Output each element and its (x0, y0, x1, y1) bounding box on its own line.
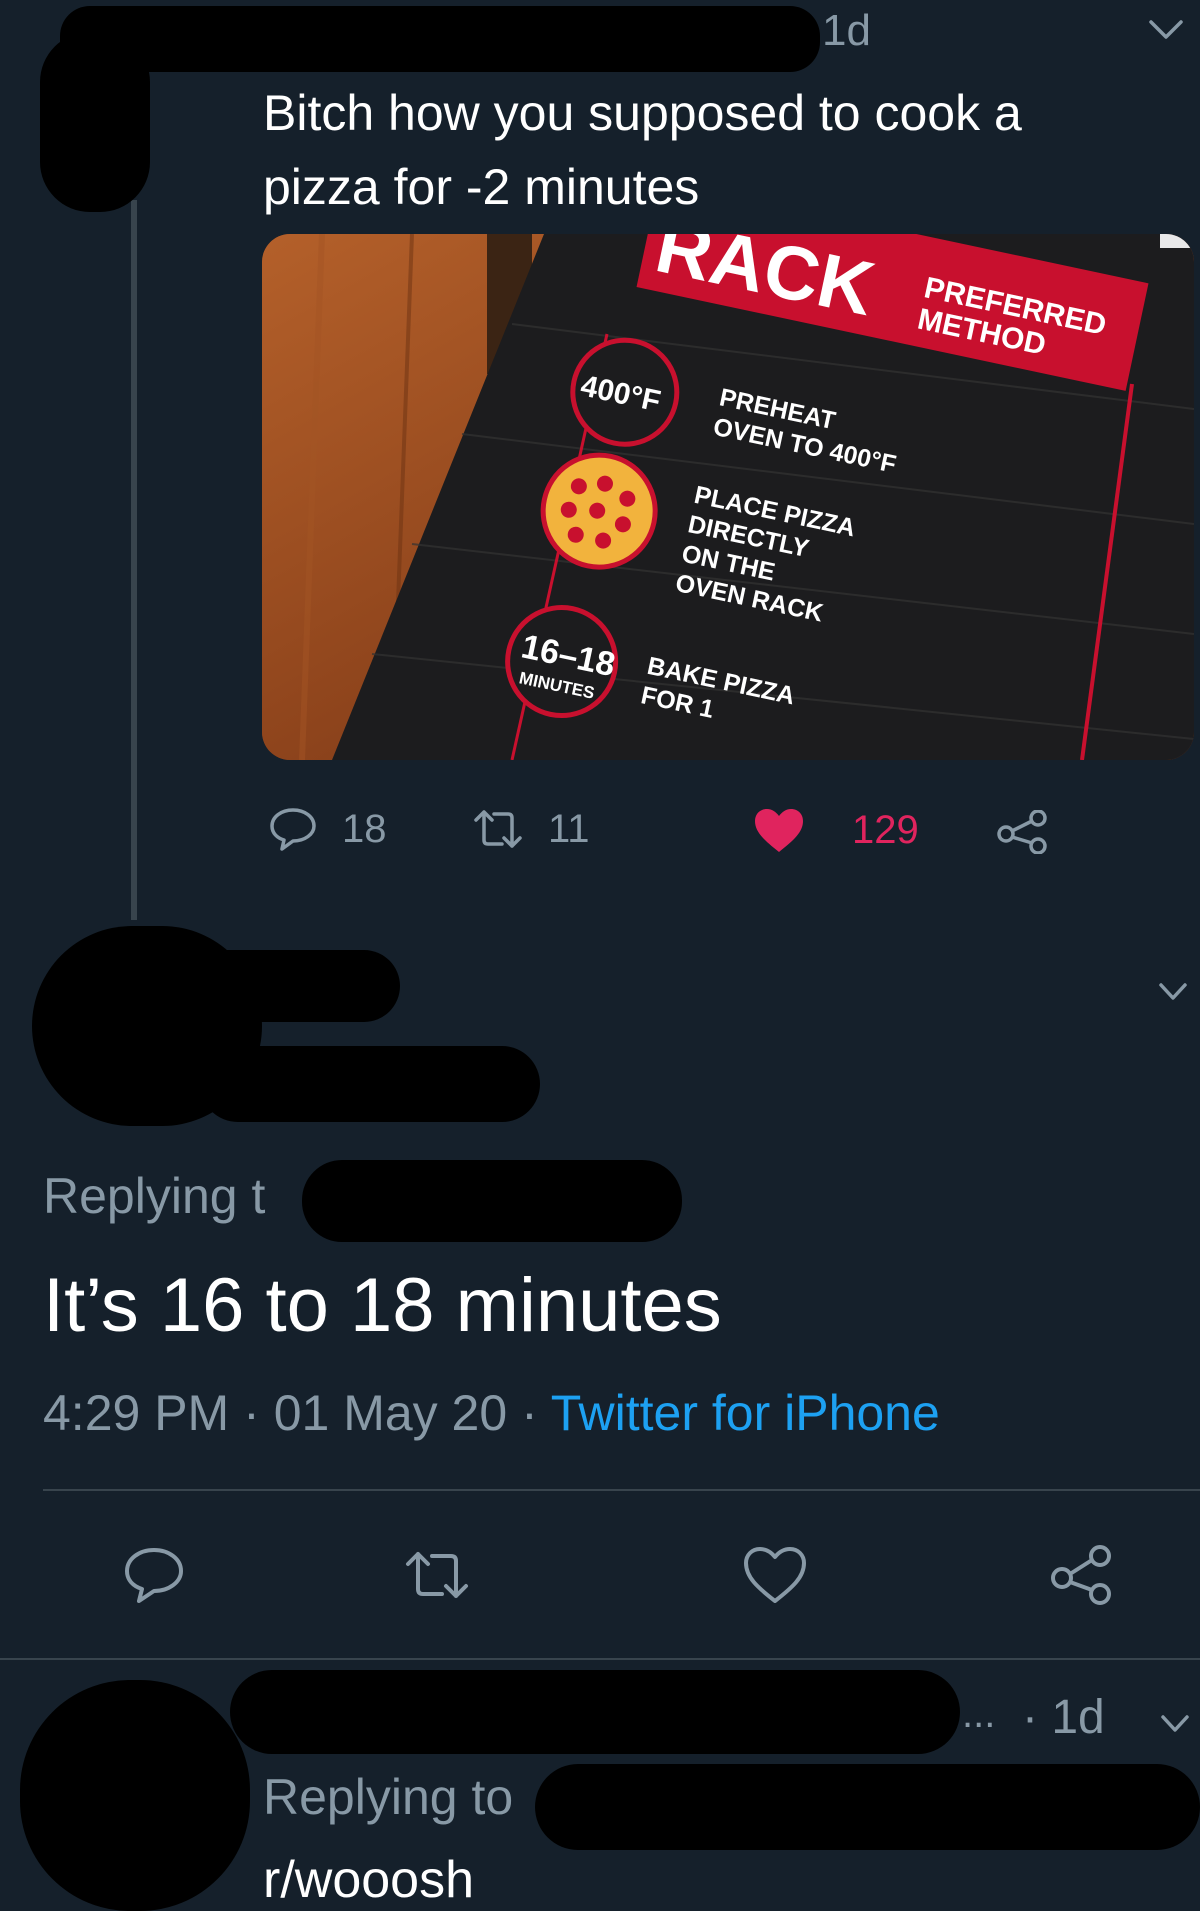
replying-to-label: Replying t (43, 1168, 266, 1224)
share-button[interactable] (996, 810, 1050, 854)
tweet-date: 01 May 20 (273, 1385, 508, 1441)
divider (43, 1489, 1200, 1491)
replying-to-label: Replying to (263, 1769, 514, 1825)
replying-to-handle-redacted[interactable] (302, 1160, 682, 1242)
tweet-caret-icon[interactable] (1148, 18, 1184, 42)
like-count: 129 (852, 807, 919, 852)
tweet-time-ago: 1d (822, 6, 871, 55)
reply-button[interactable]: 18 (268, 806, 387, 852)
author-name-redacted (60, 6, 820, 72)
tweet-caret-icon[interactable] (1158, 982, 1188, 1002)
heart-icon (742, 1545, 808, 1605)
retweet-button[interactable] (402, 1547, 472, 1603)
like-button[interactable] (742, 1545, 808, 1605)
retweet-count: 11 (548, 806, 590, 851)
retweet-button[interactable]: 11 (470, 806, 590, 852)
heart-filled-icon (752, 806, 806, 854)
author-name-redacted (190, 950, 400, 1022)
retweet-icon (470, 806, 526, 852)
retweet-icon (402, 1547, 472, 1603)
share-icon (996, 810, 1050, 854)
tweet-text-line: Bitch how you supposed to cook a (263, 85, 1022, 141)
meta-separator: · (243, 1385, 260, 1441)
tweet-media-image[interactable]: RACK PREFERRED METHOD 400°F PREHEAT OVEN… (262, 234, 1194, 760)
tweet-meta: 4:29 PM · 01 May 20 · Twitter for iPhone (43, 1384, 940, 1442)
share-button[interactable] (1050, 1544, 1114, 1606)
tweet-source-link[interactable]: Twitter for iPhone (551, 1385, 940, 1441)
replying-to-handle-redacted[interactable] (535, 1764, 1200, 1850)
share-icon (1050, 1544, 1114, 1606)
reply-icon (268, 806, 318, 852)
avatar-redacted (20, 1680, 250, 1911)
reply-count: 18 (342, 806, 387, 851)
tweet-time-ago: · 1d (1022, 1691, 1105, 1744)
reply-icon (122, 1545, 186, 1605)
meta-separator: · (521, 1385, 538, 1441)
tweet-text-line: pizza for -2 minutes (263, 159, 700, 215)
author-ellipsis: ... (962, 1692, 996, 1736)
like-button[interactable]: 129 (752, 806, 919, 854)
tweet-text: Bitch how you supposed to cook a pizza f… (263, 76, 1022, 224)
author-name-redacted (230, 1670, 960, 1754)
tweet-time: 4:29 PM (43, 1385, 230, 1441)
tweet-text: It’s 16 to 18 minutes (43, 1263, 722, 1348)
author-handle-redacted (200, 1046, 540, 1122)
tweet-text: r/wooosh (263, 1851, 474, 1909)
thread-line (131, 200, 137, 920)
divider (0, 1658, 1200, 1660)
tweet-caret-icon[interactable] (1160, 1714, 1190, 1734)
reply-button[interactable] (122, 1545, 186, 1605)
